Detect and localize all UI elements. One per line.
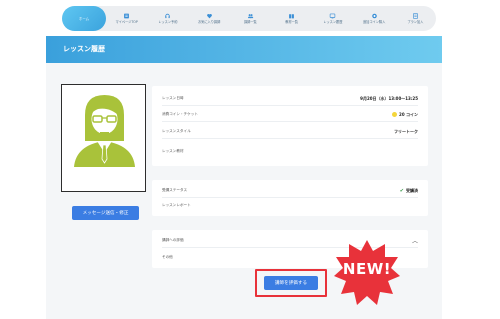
coin-icon [392,112,398,117]
teacher-review-label: 講師への評価 [162,238,184,242]
evaluate-teacher-button[interactable]: 講師を評価する [264,276,318,290]
nav-item-teachers[interactable]: 講師一覧 [230,6,271,31]
nav-label: 追加コイン購入 [362,20,386,24]
coin-usage-row: 消費コイン・チケット 20 コイン [162,108,418,122]
nav-label: レッスン予約 [158,20,178,24]
history-icon [330,13,336,19]
lesson-datetime-label: レッスン日時 [162,96,184,100]
nav-item-plan[interactable]: プラン加入 [395,6,436,31]
status-label: 受講ステータス [162,188,188,192]
lesson-datetime-value: 9月20日（水）13:00～13:25 [360,95,418,101]
nav-item-buy-coins[interactable]: 追加コイン購入 [354,6,395,31]
nav-item-home[interactable]: ホーム [62,6,106,31]
people-icon [247,14,254,19]
lesson-status-card: 受講ステータス ✔ 受講済 レッスンレポート [152,180,428,216]
nav-item-materials[interactable]: 教材一覧 [271,6,312,31]
lesson-datetime-row: レッスン日時 9月20日（水）13:00～13:25 [162,92,418,106]
status-value: 受講済 [406,187,418,193]
heart-icon [206,14,212,19]
nav-item-favorites[interactable]: お気に入り講師 [189,6,230,31]
book-icon [289,14,295,19]
nav-label: レッスン履歴 [323,20,343,24]
lesson-report-row[interactable]: レッスンレポート [162,198,418,212]
nav-item-lesson-booking[interactable]: レッスン予約 [147,6,188,31]
nav-label: プラン加入 [407,20,424,24]
other-label: その他 [162,254,173,259]
message-send-button[interactable]: メッセージ送信・修正 [72,206,139,220]
headset-icon [165,13,171,19]
coin-usage-value: 20 コイン [399,111,418,117]
nav-label: 教材一覧 [285,20,298,24]
nav-label: 講師一覧 [244,20,257,24]
plan-icon [412,13,418,19]
coin-icon [371,13,377,19]
page-title: レッスン履歴 [63,45,105,53]
lesson-style-value: フリートーク [394,128,418,134]
status-value-wrap: ✔ 受講済 [400,188,418,194]
check-icon: ✔ [399,187,404,194]
new-badge: NEW! [342,260,392,278]
nav-item-mypage[interactable]: マイページTOP [106,6,147,31]
teacher-avatar [61,84,146,192]
mypage-icon [124,13,130,19]
lesson-style-label: レッスンスタイル [162,129,191,133]
lesson-report-label: レッスンレポート [162,202,191,207]
teacher-avatar-icon [74,95,135,167]
top-nav: ホーム マイページTOP レッスン予約 お気に入り講師 講師一覧 教材一覧 レッ… [62,6,436,31]
page-header: レッスン履歴 [46,36,442,63]
lesson-material-row: レッスン教材 [162,144,418,158]
status-row: 受講ステータス ✔ 受講済 [162,184,418,198]
nav-label: お気に入り講師 [197,20,221,24]
coin-usage-value-wrap: 20 コイン [392,112,418,118]
lesson-material-label: レッスン教材 [162,148,184,153]
coin-usage-label: 消費コイン・チケット [162,112,198,116]
lesson-info-card: レッスン日時 9月20日（水）13:00～13:25 消費コイン・チケット 20… [152,86,428,166]
chevron-up-icon[interactable]: ︿ [412,236,418,245]
nav-item-history[interactable]: レッスン履歴 [312,6,353,31]
nav-label: マイページTOP [115,20,138,24]
lesson-style-row: レッスンスタイル フリートーク [162,125,418,139]
nav-label: ホーム [78,17,90,21]
